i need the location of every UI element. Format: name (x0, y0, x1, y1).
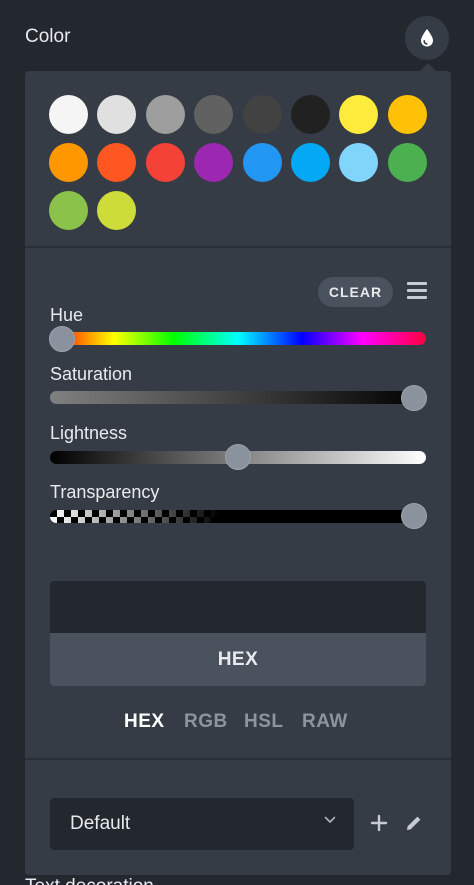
chevron-down-icon (324, 816, 336, 823)
mode-tab-rgb[interactable]: RGB (184, 711, 228, 733)
color-swatch[interactable] (291, 143, 330, 182)
add-palette-icon[interactable] (369, 813, 389, 833)
color-swatch[interactable] (339, 143, 379, 182)
color-swatch[interactable] (97, 143, 137, 182)
mode-tab-hex[interactable]: HEX (124, 711, 165, 733)
saturation-slider[interactable] (50, 391, 426, 404)
lightness-slider-handle[interactable] (225, 444, 251, 470)
hue-slider[interactable] (50, 332, 426, 345)
color-swatch[interactable] (339, 95, 379, 134)
color-swatch[interactable] (194, 95, 234, 134)
color-swatch[interactable] (387, 95, 427, 134)
color-swatch[interactable] (49, 143, 88, 182)
transparency-label: Transparency (50, 482, 160, 502)
edit-palette-icon[interactable] (404, 813, 424, 833)
hue-label: Hue (50, 305, 84, 325)
palette-select[interactable]: Default (50, 798, 354, 850)
color-swatch[interactable] (387, 143, 427, 182)
color-swatch[interactable] (291, 95, 330, 134)
palette-select-value: Default (70, 813, 131, 834)
color-picker-toggle-button[interactable] (405, 16, 449, 60)
color-swatch[interactable] (194, 143, 234, 182)
saturation-label: Saturation (50, 364, 133, 384)
hue-slider-handle[interactable] (49, 326, 75, 352)
color-swatch[interactable] (242, 143, 282, 182)
saturation-slider-handle[interactable] (401, 385, 427, 411)
color-swatch[interactable] (97, 95, 137, 134)
color-preview (50, 581, 426, 633)
color-mode-tabs: HEX RGB HSL RAW (25, 711, 451, 741)
text-decoration-label: Text decoration (25, 876, 154, 885)
color-swatch[interactable] (145, 95, 185, 134)
mode-tab-hsl[interactable]: HSL (244, 711, 284, 733)
mode-tab-raw[interactable]: RAW (302, 711, 348, 733)
transparency-slider[interactable] (50, 510, 426, 523)
hex-input[interactable]: HEX (50, 633, 426, 686)
hamburger-icon[interactable] (407, 282, 427, 300)
color-swatch[interactable] (242, 95, 282, 134)
swatch-palette (25, 71, 451, 246)
drop-icon (421, 29, 433, 47)
color-swatch[interactable] (97, 191, 137, 230)
transparency-slider-handle[interactable] (401, 503, 427, 529)
color-label: Color (25, 26, 71, 47)
color-control-header: Color (0, 0, 474, 72)
divider (25, 246, 451, 248)
color-picker-popup: CLEAR Hue Saturation Lightness Transpare… (25, 71, 451, 875)
color-swatch[interactable] (145, 143, 185, 182)
color-swatch[interactable] (49, 95, 88, 134)
divider (25, 758, 451, 760)
clear-button[interactable]: CLEAR (318, 277, 393, 307)
color-swatch[interactable] (49, 191, 88, 230)
lightness-label: Lightness (50, 423, 128, 443)
